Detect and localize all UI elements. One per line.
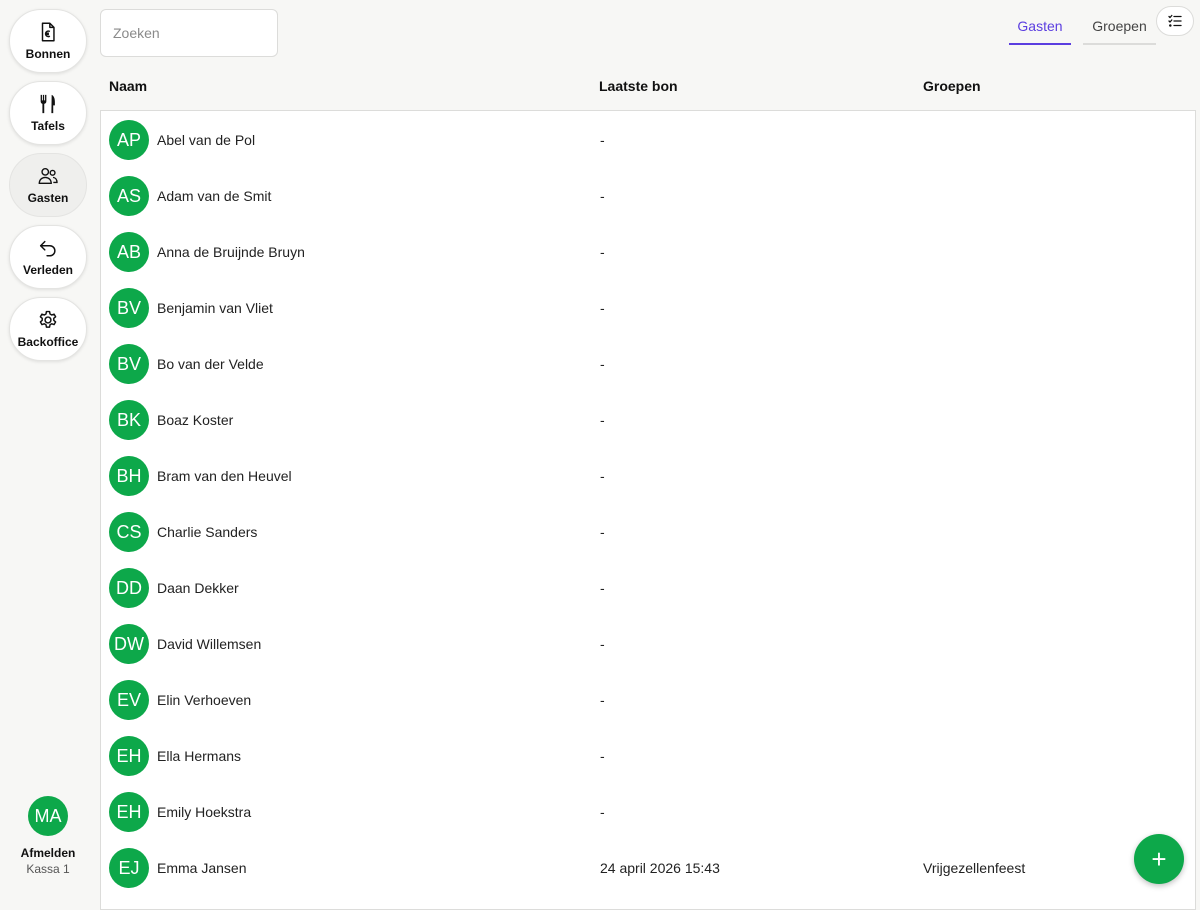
table-row[interactable]: AP Abel van de Pol - bbox=[101, 112, 1197, 168]
table-row[interactable]: AB Anna de Bruijnde Bruyn - bbox=[101, 224, 1197, 280]
guest-avatar: EJ bbox=[109, 848, 149, 888]
guest-last-receipt: - bbox=[600, 468, 605, 484]
sidebar-item-backoffice[interactable]: Backoffice bbox=[9, 297, 87, 361]
list-filter-icon bbox=[1168, 14, 1182, 27]
guest-avatar: DD bbox=[109, 568, 149, 608]
guest-name: Abel van de Pol bbox=[157, 132, 256, 148]
gear-icon bbox=[39, 310, 57, 328]
guest-last-receipt: - bbox=[600, 580, 605, 596]
plus-icon: + bbox=[1151, 844, 1167, 874]
sidebar: Bonnen Tafels Gasten Verleden Backoffice… bbox=[0, 0, 96, 900]
guest-last-receipt: - bbox=[600, 524, 605, 540]
filter-button[interactable] bbox=[1156, 6, 1194, 36]
column-header-laatste-bon[interactable]: Laatste bon bbox=[599, 78, 678, 94]
guest-last-receipt: 24 april 2026 15:43 bbox=[600, 860, 720, 876]
guest-last-receipt: - bbox=[600, 132, 605, 148]
sidebar-item-label: Backoffice bbox=[17, 335, 79, 349]
column-header-naam[interactable]: Naam bbox=[109, 78, 147, 94]
guest-name: Daan Dekker bbox=[157, 580, 239, 596]
column-header-groepen[interactable]: Groepen bbox=[923, 78, 981, 94]
guest-last-receipt: - bbox=[600, 748, 605, 764]
table-row[interactable]: DD Daan Dekker - bbox=[101, 560, 1197, 616]
guest-name: Emily Hoekstra bbox=[157, 804, 252, 820]
tab-gasten[interactable]: Gasten bbox=[1009, 9, 1071, 45]
sidebar-item-label: Bonnen bbox=[25, 47, 71, 61]
sidebar-item-tafels[interactable]: Tafels bbox=[9, 81, 87, 145]
guest-last-receipt: - bbox=[600, 300, 605, 316]
guest-avatar: EH bbox=[109, 736, 149, 776]
guest-name: Ella Hermans bbox=[157, 748, 242, 764]
guest-name: Emma Jansen bbox=[157, 860, 247, 876]
table-row[interactable]: BV Bo van der Velde - bbox=[101, 336, 1197, 392]
guest-name: Bo van der Velde bbox=[157, 356, 264, 372]
table-row[interactable]: AS Adam van de Smit - bbox=[101, 168, 1197, 224]
table-row[interactable]: BK Boaz Koster - bbox=[101, 392, 1197, 448]
sidebar-item-bonnen[interactable]: Bonnen bbox=[9, 9, 87, 73]
table-row[interactable]: EJ Emma Jansen 24 april 2026 15:43 Vrijg… bbox=[101, 840, 1197, 896]
guest-avatar: BV bbox=[109, 288, 149, 328]
guest-last-receipt: - bbox=[600, 412, 605, 428]
guest-name: Adam van de Smit bbox=[157, 188, 272, 204]
users-icon bbox=[38, 167, 58, 185]
guest-last-receipt: - bbox=[600, 244, 605, 260]
guest-name: Benjamin van Vliet bbox=[157, 300, 273, 316]
guest-avatar: BV bbox=[109, 344, 149, 384]
tab-groepen[interactable]: Groepen bbox=[1083, 9, 1156, 45]
sidebar-item-label: Tafels bbox=[31, 119, 65, 133]
table-row[interactable]: DW David Willemsen - bbox=[101, 616, 1197, 672]
logout-label[interactable]: Afmelden bbox=[0, 846, 96, 860]
guest-name: David Willemsen bbox=[157, 636, 262, 652]
sidebar-item-gasten[interactable]: Gasten bbox=[9, 153, 87, 217]
guest-last-receipt: - bbox=[600, 356, 605, 372]
guest-last-receipt: - bbox=[600, 188, 605, 204]
add-guest-button[interactable]: + bbox=[1134, 834, 1184, 884]
guest-avatar: AS bbox=[109, 176, 149, 216]
table-row[interactable]: EH Emily Hoekstra - bbox=[101, 784, 1197, 840]
guest-avatar: AP bbox=[109, 120, 149, 160]
user-block[interactable]: MA Afmelden Kassa 1 bbox=[0, 796, 96, 876]
guest-avatar: AB bbox=[109, 232, 149, 272]
guest-avatar: EV bbox=[109, 680, 149, 720]
guest-name: Charlie Sanders bbox=[157, 524, 258, 540]
search-input[interactable] bbox=[100, 9, 278, 57]
guest-name: Bram van den Heuvel bbox=[157, 468, 292, 484]
guest-last-receipt: - bbox=[600, 692, 605, 708]
guest-last-receipt: - bbox=[600, 636, 605, 652]
sidebar-item-label: Verleden bbox=[22, 263, 74, 277]
guest-name: Boaz Koster bbox=[157, 412, 234, 428]
guest-groups: Vrijgezellenfeest bbox=[923, 860, 1026, 876]
cutlery-icon bbox=[40, 94, 55, 114]
user-avatar[interactable]: MA bbox=[28, 796, 68, 836]
table-row[interactable]: EH Ella Hermans - bbox=[101, 728, 1197, 784]
receipt-euro-icon bbox=[41, 22, 55, 42]
guest-name: Elin Verhoeven bbox=[157, 692, 252, 708]
guest-avatar: BH bbox=[109, 456, 149, 496]
guest-last-receipt: - bbox=[600, 804, 605, 820]
table-row[interactable]: BH Bram van den Heuvel - bbox=[101, 448, 1197, 504]
undo-arrow-icon bbox=[39, 240, 56, 257]
guest-avatar: DW bbox=[109, 624, 149, 664]
guest-avatar: EH bbox=[109, 792, 149, 832]
table-row[interactable]: EV Elin Verhoeven - bbox=[101, 672, 1197, 728]
guest-avatar: CS bbox=[109, 512, 149, 552]
guest-avatar: BK bbox=[109, 400, 149, 440]
sidebar-item-label: Gasten bbox=[27, 191, 69, 205]
table-row[interactable]: CS Charlie Sanders - bbox=[101, 504, 1197, 560]
table-row[interactable]: BV Benjamin van Vliet - bbox=[101, 280, 1197, 336]
sidebar-item-verleden[interactable]: Verleden bbox=[9, 225, 87, 289]
guest-table: AP Abel van de Pol - AS Adam van de Smit… bbox=[100, 110, 1196, 910]
register-label: Kassa 1 bbox=[26, 862, 70, 876]
guest-name: Anna de Bruijnde Bruyn bbox=[157, 244, 305, 260]
